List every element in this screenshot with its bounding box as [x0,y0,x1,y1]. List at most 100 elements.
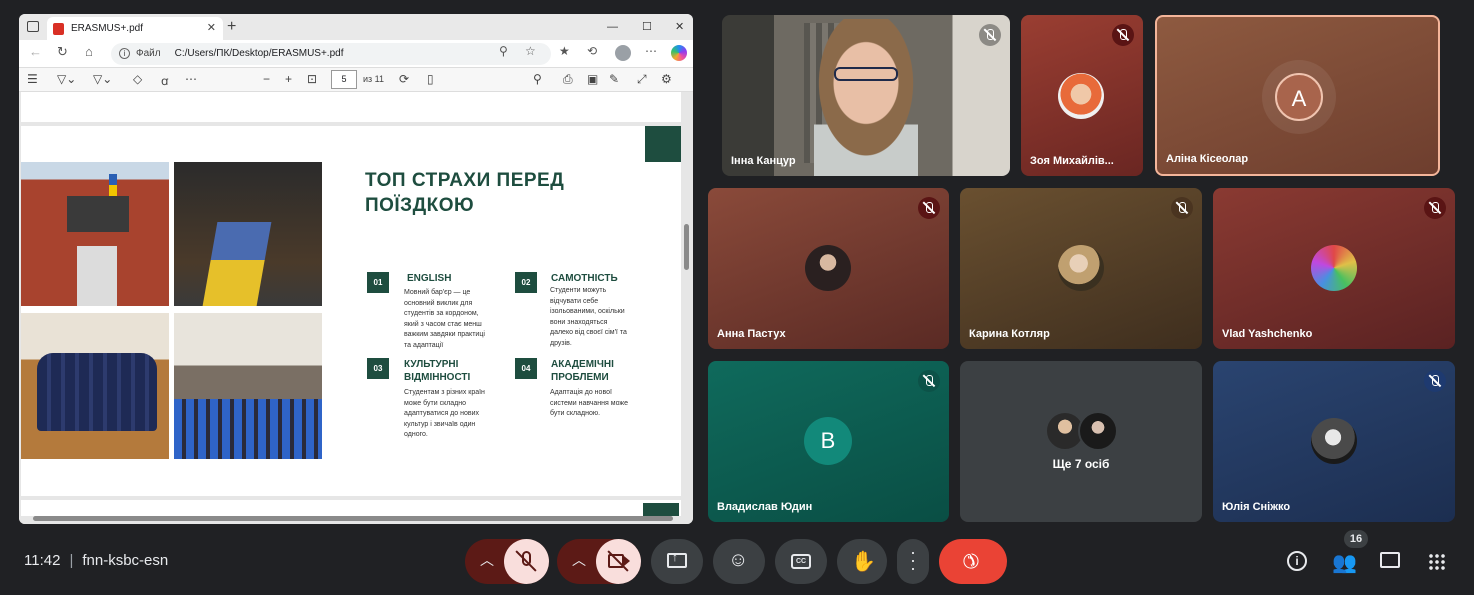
zoom-out-icon[interactable]: − [263,72,270,86]
item-text: Мовний бар'єр — це основний виклик для с… [404,289,485,349]
home-icon[interactable]: ⌂ [85,44,93,59]
video-tile-alina[interactable]: A Аліна Кісеолар [1155,15,1440,176]
avatar-photo [1311,418,1357,464]
draw-icon[interactable]: ▽⌄ [93,72,112,86]
avatar-photo [1078,411,1118,451]
favorite-star-icon[interactable]: ☆ [525,44,536,58]
hang-up-icon: ✆ [956,546,984,574]
video-tile-yuliia[interactable]: Юлія Сніжко [1213,361,1455,522]
item-title: ENGLISH [407,273,452,284]
photo-auditorium [174,313,322,459]
scrollbar-thumb[interactable] [684,224,689,270]
maximize-icon[interactable]: ☐ [642,14,652,40]
more-vert-icon: · · · [910,542,916,578]
participant-name: Владислав Юдин [717,501,813,513]
video-options-chevron-icon[interactable]: ︿ [572,550,586,570]
activities-grid-icon[interactable] [1428,553,1446,571]
eraser-icon[interactable]: ◇ [133,72,142,86]
url-path: C:/Users/ПК/Desktop/ERASMUS+.pdf [174,48,344,59]
history-icon[interactable]: ⟲ [587,44,597,58]
leave-call-button[interactable]: ✆ [939,539,1007,584]
participant-name: Vlad Yashchenko [1222,328,1313,340]
reactions-button[interactable]: ☺ [713,539,765,584]
mic-toggle-button[interactable] [504,539,549,584]
avatar-initial: A [1275,73,1323,121]
print-icon[interactable]: ⎙ [563,72,573,87]
glasses [834,67,898,81]
mic-off-icon [1424,197,1446,219]
fullscreen-icon[interactable]: ⤢ [637,72,647,87]
previous-page [21,92,681,122]
back-arrow-icon[interactable]: ← [29,44,42,59]
more-options-button[interactable]: · · · [897,539,929,584]
settings-gear-icon[interactable]: ⚙ [661,72,672,86]
url-input[interactable]: i Файл C:/Users/ПК/Desktop/ERASMUS+.pdf [111,43,551,65]
item-text: Студентам з різних країн може бути склад… [404,389,485,438]
close-tab-icon[interactable]: ✕ [207,17,216,40]
window-close-icon[interactable]: ✕ [675,14,684,40]
chat-icon[interactable] [1380,552,1400,568]
reload-icon[interactable]: ↻ [57,44,68,60]
copilot-icon[interactable] [671,45,687,61]
horizontal-scrollbar[interactable] [33,516,673,521]
mic-off-icon [918,197,940,219]
zoom-search-icon[interactable]: ⚲ [499,44,508,58]
photo-building [21,162,169,306]
read-aloud-icon[interactable]: ꭤ [161,72,168,89]
present-screen-button[interactable]: ↑ [651,539,703,584]
more-menu-icon[interactable]: ⋯ [645,44,657,58]
zoom-in-icon[interactable]: + [285,72,292,86]
item-number: 02 [515,272,537,293]
minimize-icon[interactable]: — [607,14,618,40]
video-tile-anna[interactable]: Анна Пастух [708,188,949,349]
address-bar: ← ↻ ⌂ i Файл C:/Users/ПК/Desktop/ERASMUS+.… [19,40,693,68]
profile-avatar-icon[interactable] [615,45,631,61]
video-tile-others[interactable]: Ще 7 осіб [960,361,1202,522]
video-tile-vlad[interactable]: Vlad Yashchenko [1213,188,1455,349]
captions-icon: CC [791,554,811,569]
more-tools-icon[interactable]: ⋯ [185,72,197,86]
item-title: КУЛЬТУРНІ ВІДМІННОСТІ [404,359,471,383]
photo-flag-night [174,162,322,306]
site-info-icon[interactable]: i [119,47,130,59]
participant-name: Юлія Сніжко [1222,501,1291,513]
save-as-icon[interactable]: ✎ [609,72,619,86]
contents-icon[interactable]: ☰ [27,72,38,86]
highlight-icon[interactable]: ▽⌄ [57,72,76,86]
video-tile-inna[interactable]: Інна Канцур [722,15,1010,176]
page-total: из 11 [363,74,384,84]
participant-name: Інна Канцур [731,155,796,167]
video-tile-vladyslav[interactable]: B Владислав Юдин [708,361,949,522]
pdf-file-icon [53,23,64,35]
avatar-initial: B [804,417,852,465]
people-icon[interactable]: 👥 [1332,550,1357,575]
audio-options-chevron-icon[interactable]: ︿ [480,550,494,570]
browser-tab-pdf[interactable]: ERASMUS+.pdf ✕ [47,17,223,40]
search-icon[interactable]: ⚲ [533,72,542,86]
tab-actions-icon[interactable] [27,21,39,32]
item-title: АКАДЕМІЧНІ ПРОБЛЕМИ [551,359,614,383]
mic-off-icon [918,370,940,392]
presented-browser-window: ERASMUS+.pdf ✕ + — ☐ ✕ ← ↻ ⌂ i Файл C:/Use… [19,14,693,524]
fit-page-icon[interactable]: ⊡ [307,72,317,86]
captions-button[interactable]: CC [775,539,827,584]
vertical-scrollbar[interactable] [684,92,690,514]
new-tab-icon[interactable]: + [227,14,236,40]
item-number: 01 [367,272,389,293]
video-tile-zoya[interactable]: Зоя Михайлів... [1021,15,1143,176]
raise-hand-button[interactable]: ✋ [837,539,887,584]
save-icon[interactable]: ▣ [587,72,598,86]
favorites-icon[interactable]: ★ [559,44,570,58]
pdf-viewer[interactable]: ТОП СТРАХИ ПЕРЕД ПОЇЗДКОЮ 01 ENGLISH Мов… [19,92,693,524]
photo-volleyball-team [21,313,169,459]
item-text: Адаптація до нової системи навчання може… [550,389,628,417]
meeting-details-icon[interactable]: i [1287,551,1307,571]
video-tile-karyna[interactable]: Карина Котляр [960,188,1202,349]
page-view-icon[interactable]: ▯ [427,72,434,86]
hand-icon: ✋ [851,551,876,573]
page-number-input[interactable]: 5 [331,70,357,89]
rotate-icon[interactable]: ⟳ [399,72,409,86]
camera-toggle-button[interactable] [596,539,641,584]
mic-off-icon [979,24,1001,46]
next-page [21,500,681,516]
